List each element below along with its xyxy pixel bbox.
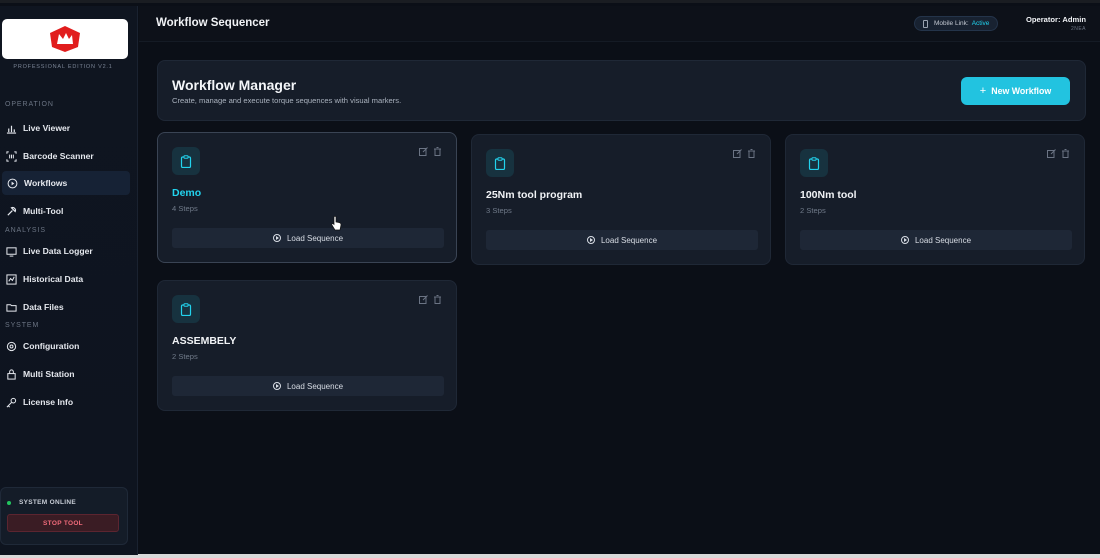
edit-icon[interactable] — [419, 147, 428, 156]
play-circle-icon — [900, 236, 909, 244]
workflow-steps: 2 Steps — [800, 206, 826, 215]
mobile-link-status: Active — [971, 20, 990, 27]
sidebar-item-label: Multi Station — [23, 369, 75, 379]
sidebar-item-label: Live Data Logger — [23, 246, 93, 256]
sidebar-item-live-data-logger[interactable]: Live Data Logger — [0, 239, 130, 263]
clipboard-icon — [800, 149, 828, 177]
sidebar: PROFESSIONAL EDITION V2.1 OPERATION Live… — [0, 6, 138, 555]
mobile-link-label: Mobile Link: — [934, 20, 969, 27]
system-status-text: SYSTEM ONLINE — [19, 499, 76, 506]
new-workflow-label: New Workflow — [991, 86, 1052, 96]
trash-icon[interactable] — [747, 149, 756, 158]
edit-icon[interactable] — [733, 149, 742, 158]
operator-info: Operator: Admin 2NEA — [1026, 15, 1086, 32]
lock-icon — [5, 368, 17, 380]
workflow-card[interactable]: 25Nm tool program 3 Steps Load Sequence — [471, 134, 771, 265]
barcode-icon — [5, 150, 17, 162]
sidebar-item-multi-station[interactable]: Multi Station — [0, 362, 130, 386]
sidebar-item-configuration[interactable]: Configuration — [0, 334, 130, 358]
play-circle-icon — [272, 234, 281, 242]
page-title: Workflow Sequencer — [156, 17, 270, 29]
load-sequence-button[interactable]: Load Sequence — [172, 228, 444, 248]
sidebar-item-label: Data Files — [23, 302, 64, 312]
load-sequence-label: Load Sequence — [286, 381, 344, 391]
workflow-name: ASSEMBELY — [172, 335, 237, 347]
new-workflow-button[interactable]: + New Workflow — [961, 77, 1070, 105]
status-dot-icon — [7, 500, 11, 505]
card-actions — [419, 295, 442, 304]
workflow-steps: 4 Steps — [172, 204, 198, 213]
clipboard-icon — [172, 295, 200, 323]
clipboard-icon — [486, 149, 514, 177]
bar-chart-icon — [5, 122, 17, 134]
load-sequence-label: Load Sequence — [600, 235, 658, 245]
plus-icon: + — [979, 85, 987, 97]
sidebar-item-label: Historical Data — [23, 274, 84, 284]
load-sequence-button[interactable]: Load Sequence — [486, 230, 758, 250]
workflow-name: Demo — [172, 187, 202, 199]
load-sequence-label: Load Sequence — [286, 233, 344, 243]
trash-icon[interactable] — [433, 147, 442, 156]
section-subtitle: Create, manage and execute torque sequen… — [172, 96, 402, 105]
workflow-steps: 2 Steps — [172, 352, 198, 361]
brand-logo-icon — [50, 26, 80, 52]
workflow-name: 100Nm tool — [800, 189, 857, 201]
monitor-icon — [5, 245, 17, 257]
card-actions — [419, 147, 442, 156]
sidebar-item-multi-tool[interactable]: Multi-Tool — [0, 199, 130, 223]
load-sequence-button[interactable]: Load Sequence — [172, 376, 444, 396]
edit-icon[interactable] — [419, 295, 428, 304]
phone-icon — [923, 19, 928, 28]
system-status-card: SYSTEM ONLINE STOP TOOL — [0, 487, 128, 545]
section-title: Workflow Manager — [172, 77, 297, 93]
mobile-link-badge[interactable]: Mobile Link: Active — [914, 16, 999, 31]
sidebar-item-label: Barcode Scanner — [23, 151, 94, 161]
sidebar-item-label: Multi-Tool — [23, 206, 64, 216]
sidebar-item-label: License Info — [23, 397, 74, 407]
operator-subtext: 2NEA — [1070, 26, 1086, 32]
sidebar-item-historical-data[interactable]: Historical Data — [0, 267, 130, 291]
section-operation: OPERATION — [5, 101, 54, 108]
operator-name: Operator: Admin — [1025, 15, 1086, 24]
sidebar-item-label: Configuration — [23, 341, 80, 351]
sidebar-item-label: Live Viewer — [23, 123, 71, 133]
play-circle-icon — [272, 382, 281, 390]
system-status: SYSTEM ONLINE — [7, 499, 76, 506]
section-system: SYSTEM — [5, 322, 40, 329]
workflow-card[interactable]: ASSEMBELY 2 Steps Load Sequence — [157, 280, 457, 411]
sidebar-item-barcode-scanner[interactable]: Barcode Scanner — [0, 144, 130, 168]
sidebar-item-workflows[interactable]: Workflows — [2, 171, 130, 195]
play-circle-icon — [586, 236, 595, 244]
card-actions — [1047, 149, 1070, 158]
edition-label: PROFESSIONAL EDITION V2.1 — [13, 64, 113, 70]
workflow-card[interactable]: Demo 4 Steps Load Sequence — [157, 132, 457, 263]
clipboard-icon — [172, 147, 200, 175]
chart-window-icon — [5, 273, 17, 285]
key-icon — [5, 396, 17, 408]
stop-tool-button[interactable]: STOP TOOL — [7, 514, 119, 532]
workflow-card[interactable]: 100Nm tool 2 Steps Load Sequence — [785, 134, 1085, 265]
hand-cursor-icon — [331, 216, 342, 231]
section-analysis: ANALYSIS — [5, 227, 46, 234]
gear-icon — [5, 340, 17, 352]
top-bar: Workflow Sequencer Mobile Link: Active O… — [139, 6, 1100, 42]
trash-icon[interactable] — [1061, 149, 1070, 158]
card-actions — [733, 149, 756, 158]
play-circle-icon — [6, 177, 18, 189]
trash-icon[interactable] — [433, 295, 442, 304]
sidebar-item-live-viewer[interactable]: Live Viewer — [0, 116, 130, 140]
load-sequence-button[interactable]: Load Sequence — [800, 230, 1072, 250]
workflow-name: 25Nm tool program — [486, 189, 583, 201]
load-sequence-label: Load Sequence — [914, 235, 972, 245]
brand-logo — [2, 19, 128, 59]
sidebar-item-license-info[interactable]: License Info — [0, 390, 130, 414]
workflow-manager-header: Workflow Manager Create, manage and exec… — [157, 60, 1086, 121]
workflow-steps: 3 Steps — [486, 206, 512, 215]
app-window: PROFESSIONAL EDITION V2.1 OPERATION Live… — [0, 0, 1100, 558]
sidebar-item-data-files[interactable]: Data Files — [0, 295, 130, 319]
sidebar-item-label: Workflows — [24, 178, 68, 188]
edit-icon[interactable] — [1047, 149, 1056, 158]
folder-icon — [5, 301, 17, 313]
wrench-icon — [5, 205, 17, 217]
